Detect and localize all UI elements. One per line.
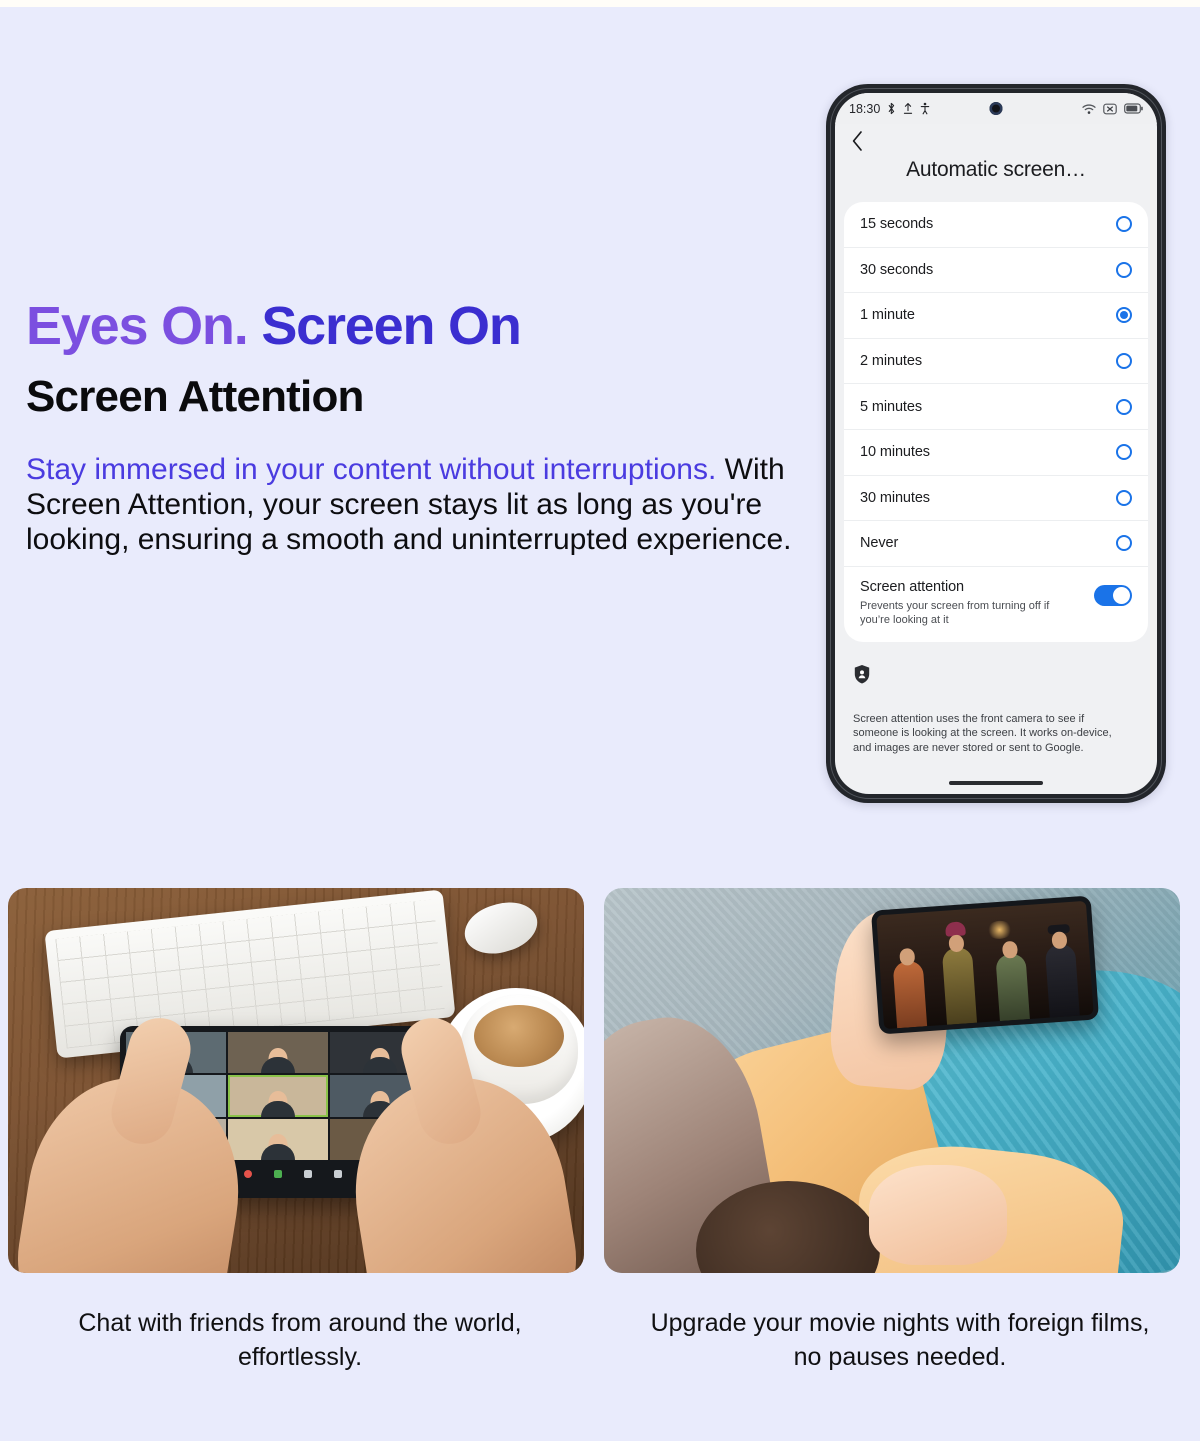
movie-character [891, 948, 927, 1029]
page-subheading: Screen Attention [26, 372, 364, 421]
timeout-option-row[interactable]: 15 seconds [844, 202, 1148, 248]
promo-page: Eyes On. Screen On Screen Attention Stay… [0, 0, 1200, 1441]
status-bar-left: 18:30 [849, 102, 930, 116]
status-time: 18:30 [849, 101, 881, 116]
caption-line: effortlessly. [237, 1343, 363, 1371]
timeout-option-label: 30 seconds [860, 261, 934, 278]
record-icon [244, 1169, 252, 1178]
headline-part-one: Eyes On. [26, 296, 249, 356]
radio-button[interactable] [1116, 353, 1132, 370]
timeout-options-card: 15 seconds 30 seconds 1 minute 2 minutes… [844, 202, 1148, 642]
movie-character [941, 921, 977, 1026]
more-icon [334, 1169, 342, 1178]
phone-mockup: 18:30 Automatic screen… 15 seconds 30 se… [826, 84, 1166, 803]
character-head [948, 934, 965, 953]
timeout-option-label: 15 seconds [860, 216, 934, 233]
radio-button[interactable] [1116, 535, 1132, 552]
phone-screen: 18:30 Automatic screen… 15 seconds 30 se… [835, 93, 1157, 794]
chandelier-light [985, 920, 1014, 940]
back-button[interactable] [835, 124, 1157, 156]
status-bar: 18:30 [835, 93, 1157, 124]
accessibility-icon [921, 102, 930, 115]
movie-watching-photo [604, 888, 1180, 1273]
participant-tile [228, 1032, 328, 1074]
timeout-option-row[interactable]: Never [844, 521, 1148, 567]
timeout-option-label: Never [860, 535, 899, 552]
share-screen-icon [274, 1169, 282, 1178]
screen-attention-description: Prevents your screen from turning off if… [860, 599, 1050, 626]
radio-button[interactable] [1116, 489, 1132, 506]
body-lead-sentence: Stay immersed in your content without in… [26, 453, 717, 486]
photo-row [8, 888, 1192, 1273]
character-head [1001, 941, 1018, 960]
timeout-option-label: 2 minutes [860, 353, 922, 370]
caption-line: Chat with friends from around the world, [78, 1309, 522, 1337]
gesture-navigation-bar[interactable] [949, 781, 1043, 785]
radio-button-selected[interactable] [1116, 307, 1132, 324]
radio-button[interactable] [1116, 261, 1132, 278]
movie-scene [875, 901, 1094, 1030]
chevron-left-icon [852, 131, 862, 151]
held-phone-movie [870, 895, 1099, 1035]
caption-line: no pauses needed. [793, 1343, 1007, 1371]
bluetooth-icon [888, 102, 895, 115]
caption-line: Upgrade your movie nights with foreign f… [650, 1309, 1150, 1337]
timeout-option-row[interactable]: 30 seconds [844, 248, 1148, 294]
timeout-option-label: 1 minute [860, 307, 915, 324]
timeout-option-label: 30 minutes [860, 489, 930, 506]
timeout-option-label: 5 minutes [860, 398, 922, 415]
coffee-surface [474, 1005, 564, 1067]
top-edge-strip [0, 0, 1200, 7]
character-head [898, 948, 915, 967]
chat-icon [304, 1169, 312, 1178]
toggle-knob [1113, 586, 1130, 604]
radio-button[interactable] [1116, 216, 1132, 233]
privacy-info-section: Screen attention uses the front camera t… [835, 642, 1157, 756]
timeout-option-label: 10 minutes [860, 444, 930, 461]
front-camera-punch-hole [989, 102, 1003, 115]
timeout-option-row[interactable]: 10 minutes [844, 430, 1148, 476]
page-title: Automatic screen… [906, 158, 1086, 181]
participant-body [261, 1057, 295, 1074]
page-headline: Eyes On. Screen On [26, 296, 816, 356]
timeout-option-row[interactable]: 1 minute [844, 293, 1148, 339]
privacy-note: Screen attention uses the front camera t… [853, 712, 1112, 754]
copy-block: Eyes On. Screen On Screen Attention Stay… [26, 296, 816, 557]
wifi-icon [1082, 103, 1096, 114]
privacy-shield-icon [854, 664, 870, 684]
screen-attention-row[interactable]: Screen attention Prevents your screen fr… [844, 567, 1148, 642]
participant-body [261, 1143, 295, 1160]
radio-button[interactable] [1116, 444, 1132, 461]
screen-attention-toggle[interactable] [1094, 584, 1132, 606]
movie-character [1044, 924, 1080, 1019]
participant-body [261, 1100, 295, 1117]
screen-attention-texts: Screen attention Prevents your screen fr… [860, 579, 1075, 627]
timeout-option-row[interactable]: 5 minutes [844, 384, 1148, 430]
video-call-photo [8, 888, 584, 1273]
upload-icon [904, 103, 913, 114]
radio-button[interactable] [1116, 398, 1132, 415]
character-head [1050, 931, 1068, 950]
battery-icon [1124, 103, 1143, 114]
headline-part-two: Screen On [261, 296, 522, 356]
participant-tile [228, 1118, 328, 1160]
timeout-option-row[interactable]: 30 minutes [844, 476, 1148, 522]
screen-attention-title: Screen attention [860, 578, 964, 595]
participant-tile-active-speaker [228, 1075, 328, 1117]
participant-body [363, 1057, 397, 1074]
timeout-option-row[interactable]: 2 minutes [844, 339, 1148, 385]
caption-video-call: Chat with friends from around the world,… [0, 1306, 600, 1374]
caption-movie: Upgrade your movie nights with foreign f… [600, 1306, 1200, 1374]
movie-character [994, 941, 1030, 1022]
resting-hand [868, 1165, 1008, 1266]
body-paragraph: Stay immersed in your content without in… [26, 452, 806, 557]
no-sim-icon [1103, 103, 1117, 114]
caption-row: Chat with friends from around the world,… [0, 1306, 1200, 1374]
status-bar-right [1082, 103, 1143, 115]
